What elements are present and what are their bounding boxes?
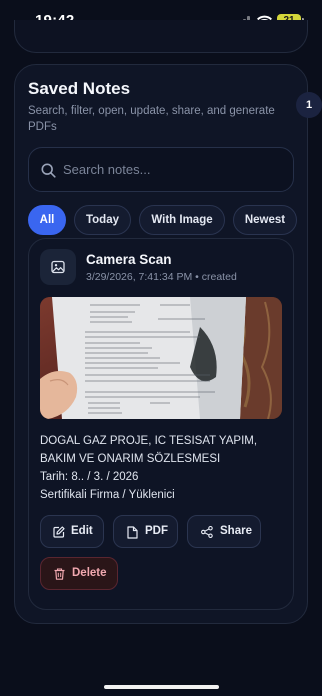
filter-all[interactable]: All: [28, 205, 66, 235]
notes-count-badge: 1: [296, 92, 322, 118]
note-line: Tarih: 8.. / 3. / 2026: [40, 471, 139, 483]
filter-with-image[interactable]: With Image: [139, 205, 225, 235]
page-subtitle: Search, filter, open, update, share, and…: [28, 105, 275, 133]
note-line: DOGAL GAZ PROJE, IC TESISAT YAPIM,: [40, 435, 258, 447]
filter-today[interactable]: Today: [74, 205, 131, 235]
page-title: Saved Notes: [28, 79, 131, 98]
delete-button[interactable]: Delete: [40, 557, 118, 590]
home-indicator[interactable]: [104, 685, 219, 689]
search-box[interactable]: [28, 147, 294, 192]
delete-label: Delete: [72, 567, 107, 579]
pdf-button[interactable]: PDF: [113, 515, 178, 548]
edit-button[interactable]: Edit: [40, 515, 104, 548]
note-photo[interactable]: [40, 297, 282, 419]
share-icon: [201, 526, 213, 538]
note-content: DOGAL GAZ PROJE, IC TESISAT YAPIM, BAKIM…: [40, 432, 290, 504]
scanned-document-image: [40, 297, 282, 419]
image-icon: [51, 260, 65, 274]
screen: 19:42 21 Saved Notes Search, filter, ope…: [0, 0, 322, 696]
edit-label: Edit: [71, 525, 93, 537]
filter-chips: All Today With Image Newest: [28, 205, 322, 235]
file-icon: [127, 526, 138, 539]
previous-card: [14, 20, 308, 53]
search-icon: [41, 163, 56, 178]
share-button[interactable]: Share: [187, 515, 261, 548]
search-input[interactable]: [63, 148, 285, 191]
trash-icon: [54, 568, 65, 580]
pdf-label: PDF: [145, 525, 168, 537]
note-line: BAKIM VE ONARIM SÖZLESMESI: [40, 453, 221, 465]
share-label: Share: [220, 525, 252, 537]
note-meta: 3/29/2026, 7:41:34 PM • created: [86, 271, 237, 283]
note-type-icon-box: [40, 249, 76, 285]
note-card[interactable]: [28, 238, 294, 610]
note-line: Sertifikali Firma / Yüklenici: [40, 489, 175, 501]
filter-newest[interactable]: Newest: [233, 205, 297, 235]
edit-icon: [53, 526, 65, 538]
note-title: Camera Scan: [86, 252, 172, 267]
